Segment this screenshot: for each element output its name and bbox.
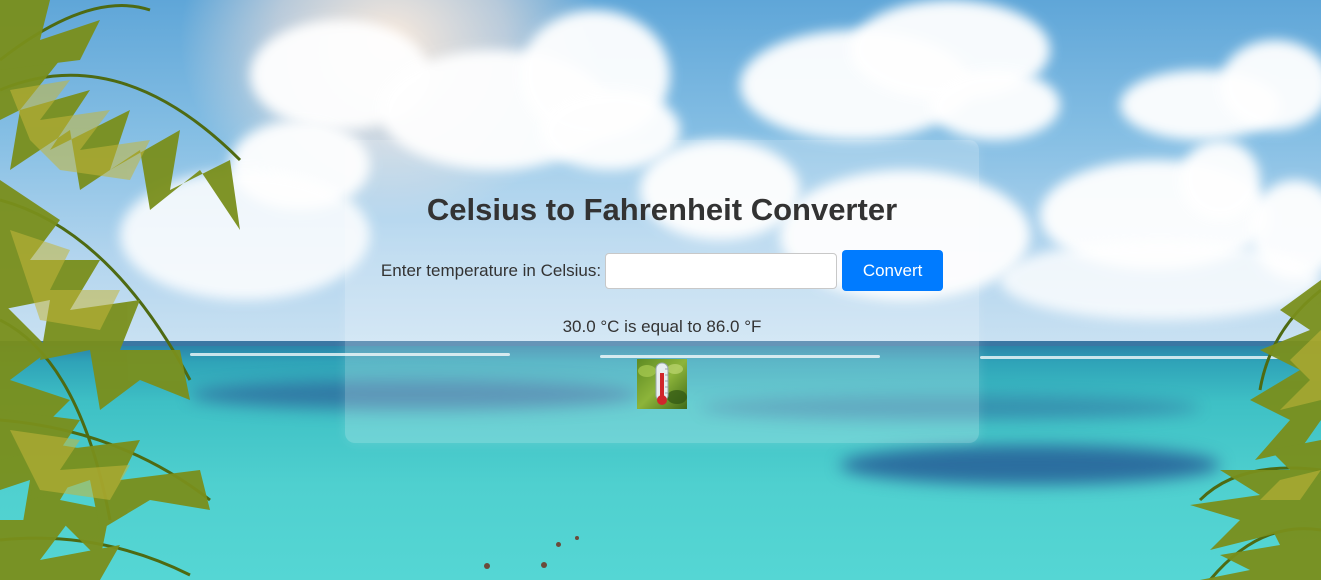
celsius-input-label: Enter temperature in Celsius: bbox=[380, 260, 602, 280]
page-title: Celsius to Fahrenheit Converter bbox=[426, 192, 898, 227]
convert-button[interactable]: Convert bbox=[842, 250, 944, 291]
page-background: Celsius to Fahrenheit Converter Enter te… bbox=[0, 0, 1321, 580]
palm-tree-left bbox=[0, 0, 242, 580]
reef-shadow bbox=[840, 445, 1220, 485]
swimmer bbox=[556, 542, 561, 547]
thermometer-icon bbox=[637, 359, 687, 409]
converter-card: Celsius to Fahrenheit Converter Enter te… bbox=[345, 140, 979, 443]
conversion-result: 30.0 °C is equal to 86.0 °F bbox=[562, 317, 762, 336]
cloud bbox=[1220, 40, 1321, 130]
cloud bbox=[930, 70, 1060, 140]
swimmer bbox=[484, 563, 490, 569]
palm-tree-right bbox=[1190, 280, 1321, 580]
cloud bbox=[1180, 140, 1260, 220]
converter-form: Enter temperature in Celsius: Convert bbox=[345, 250, 979, 291]
swimmer bbox=[541, 562, 547, 568]
celsius-input[interactable] bbox=[605, 252, 838, 289]
swimmer bbox=[575, 536, 579, 540]
